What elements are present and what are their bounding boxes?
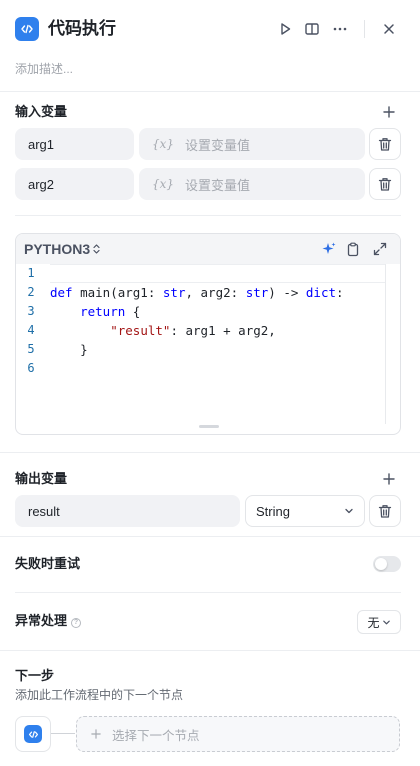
output-variables-title: 输出变量 — [15, 471, 68, 486]
input-value-field[interactable]: {x} 设置变量值 — [139, 168, 365, 200]
language-selector[interactable]: PYTHON3 — [24, 241, 101, 257]
plus-icon — [91, 729, 101, 739]
node-connector — [51, 733, 75, 734]
input-name: arg1 — [28, 136, 55, 152]
close-button[interactable] — [379, 19, 399, 39]
next-step-subtitle: 添加此工作流程中的下一个节点 — [15, 688, 184, 702]
ai-generate-button[interactable] — [321, 241, 337, 257]
line-number: 3 — [27, 304, 35, 318]
line-number: 6 — [27, 361, 35, 375]
input-name-field[interactable]: arg1 — [15, 128, 134, 160]
expand-icon — [373, 242, 387, 256]
select-next-node-label: 选择下一个节点 — [112, 728, 200, 743]
chevron-down-icon — [382, 620, 390, 624]
plus-icon — [383, 106, 395, 118]
line-number: 4 — [27, 323, 35, 337]
input-value-placeholder: 设置变量值 — [185, 137, 251, 153]
divider — [0, 536, 420, 537]
code-editor-toolbar: PYTHON3 — [16, 234, 400, 264]
error-handling-select[interactable]: 无 — [357, 610, 401, 634]
divider — [0, 452, 420, 453]
language-label: PYTHON3 — [24, 241, 91, 257]
error-handling-label: 异常处理 — [15, 613, 68, 628]
line-number: 1 — [27, 266, 35, 280]
delete-input-button[interactable] — [369, 128, 401, 160]
input-value-field[interactable]: {x} 设置变量值 — [139, 128, 365, 160]
clipboard-icon — [347, 242, 359, 256]
error-handling-title: 异常处理? — [15, 612, 82, 630]
next-step-title: 下一步 — [15, 668, 55, 683]
sort-icon — [93, 244, 100, 254]
node-title: 代码执行 — [48, 19, 116, 38]
description-input[interactable]: 添加描述... — [15, 61, 73, 77]
book-icon — [305, 23, 319, 35]
input-name-field[interactable]: arg2 — [15, 168, 134, 200]
error-handling-value: 无 — [367, 615, 380, 630]
variable-icon: {x} — [152, 177, 175, 191]
expand-button[interactable] — [372, 241, 388, 257]
close-icon — [384, 24, 394, 34]
plus-icon — [383, 473, 395, 485]
select-next-node-button[interactable]: 选择下一个节点 — [76, 716, 400, 752]
trash-icon — [378, 504, 392, 518]
toggle-knob — [375, 558, 387, 570]
code-node-icon — [15, 17, 39, 41]
code-line[interactable]: def main(arg1: str, arg2: str) -> dict: — [50, 283, 386, 302]
code-content[interactable]: def main(arg1: str, arg2: str) -> dict: … — [50, 264, 386, 378]
run-button[interactable] — [275, 19, 295, 39]
delete-output-button[interactable] — [369, 495, 401, 527]
chevron-down-icon — [345, 508, 353, 514]
divider — [0, 650, 420, 651]
add-output-button[interactable] — [381, 471, 397, 487]
line-numbers: 1 2 3 4 5 6 — [16, 264, 46, 378]
input-value-placeholder: 设置变量值 — [185, 177, 251, 193]
code-line[interactable]: "result": arg1 + arg2, — [50, 321, 386, 340]
divider — [15, 592, 401, 593]
add-input-button[interactable] — [381, 104, 397, 120]
code-line[interactable] — [50, 359, 386, 378]
help-icon[interactable]: ? — [71, 618, 82, 628]
variable-icon: {x} — [152, 137, 175, 151]
line-number: 5 — [27, 342, 35, 356]
current-node-icon — [15, 716, 51, 752]
editor-scrollbar[interactable] — [385, 264, 386, 424]
trash-icon — [378, 137, 392, 151]
play-icon — [281, 23, 291, 35]
code-line[interactable]: } — [50, 340, 386, 359]
retry-toggle[interactable] — [373, 556, 401, 572]
line-number: 2 — [27, 285, 35, 299]
code-line[interactable]: return { — [50, 302, 386, 321]
trash-icon — [378, 177, 392, 191]
header-divider — [364, 20, 365, 38]
more-button[interactable] — [330, 19, 350, 39]
sparkle-icon — [322, 242, 336, 254]
output-name-field[interactable]: result — [15, 495, 240, 527]
output-type-select[interactable]: String — [245, 495, 365, 527]
input-name: arg2 — [28, 176, 55, 192]
editor-resize-handle[interactable] — [199, 425, 219, 428]
retry-label: 失败时重试 — [15, 556, 81, 571]
output-type-value: String — [256, 503, 290, 519]
divider — [15, 215, 401, 216]
divider — [0, 91, 420, 92]
input-variables-title: 输入变量 — [15, 104, 68, 119]
code-line[interactable] — [50, 264, 386, 283]
docs-button[interactable] — [302, 19, 322, 39]
copy-button[interactable] — [345, 241, 361, 257]
code-editor[interactable]: PYTHON3 1 2 3 4 5 6 def main(arg1: str, … — [15, 233, 401, 435]
output-name: result — [28, 503, 60, 519]
code-icon — [24, 725, 42, 743]
more-icon — [333, 27, 347, 31]
delete-input-button[interactable] — [369, 168, 401, 200]
